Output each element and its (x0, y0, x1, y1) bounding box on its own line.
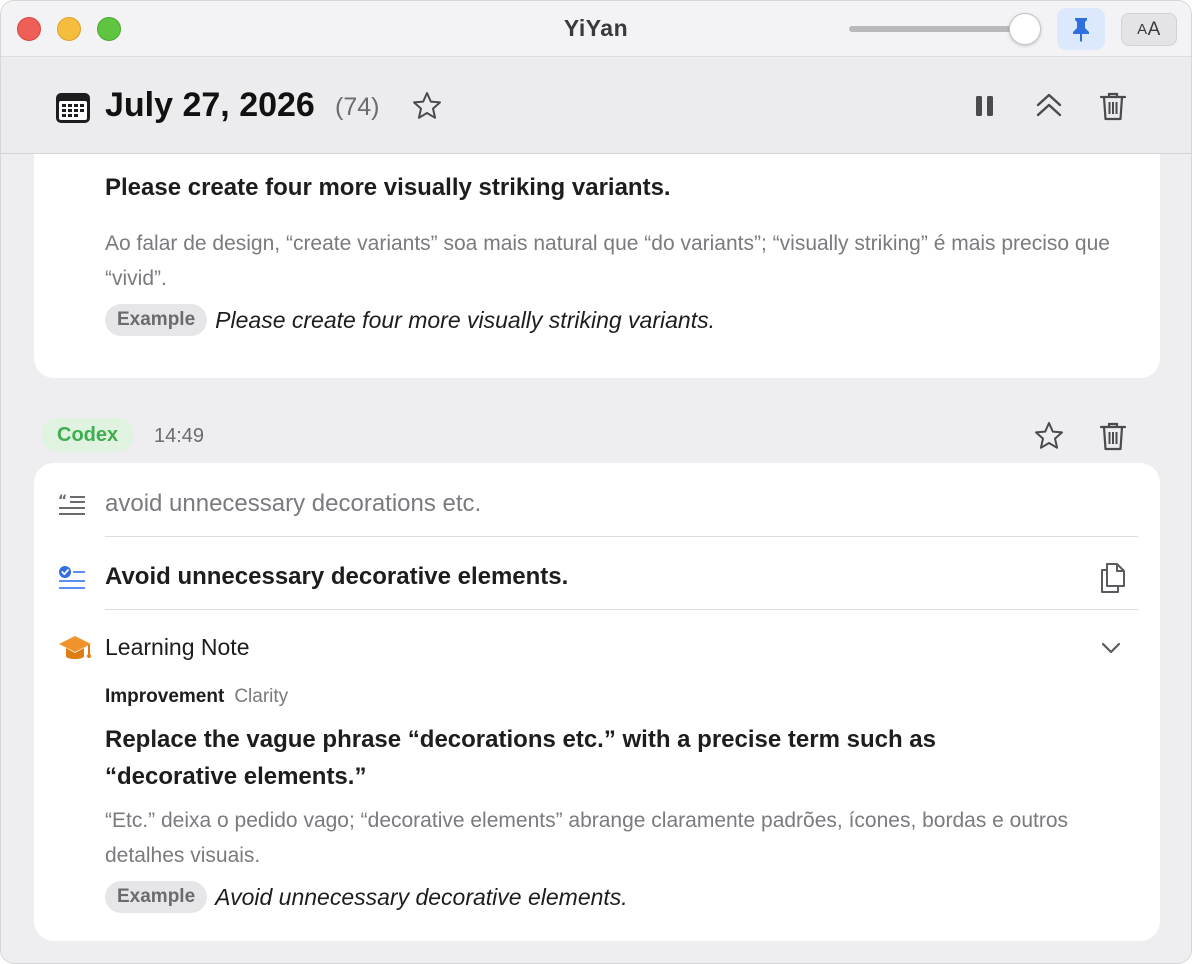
divider (105, 609, 1138, 610)
chevron-down-icon[interactable] (1100, 639, 1122, 657)
date-header: July 27, 2026 (74) (1, 58, 1191, 154)
divider (105, 536, 1138, 537)
collapse-all-icon[interactable] (1034, 89, 1064, 121)
original-text[interactable]: avoid unnecessary decorations etc. (105, 490, 481, 518)
svg-text:“: “ (58, 493, 67, 509)
current-entry-card: “ avoid unnecessary decorations etc. Avo… (34, 463, 1160, 941)
example-tag: Example (105, 304, 208, 336)
previous-explanation: Ao falar de design, “create variants” so… (105, 232, 1110, 290)
app-window: YiYan AA July 27, 2026 (74) Please creat… (0, 0, 1192, 964)
entry-time: 14:49 (154, 425, 205, 447)
date-title: July 27, 2026 (105, 86, 315, 124)
favorite-date-star-icon[interactable] (411, 90, 443, 122)
note-explanation: “Etc.” deixa o pedido vago; “decorative … (105, 809, 1069, 867)
example-text: Please create four more visually strikin… (215, 306, 715, 333)
entry-count: (74) (335, 93, 380, 121)
pin-button[interactable] (1057, 8, 1105, 50)
font-size-button[interactable]: AA (1121, 13, 1177, 46)
opacity-slider-knob[interactable] (1009, 13, 1041, 45)
note-category: Clarity (234, 686, 289, 707)
note-headline: Replace the vague phrase “decorations et… (105, 726, 936, 790)
title-bar: YiYan AA (1, 1, 1191, 57)
previous-corrected-text: Please create four more visually strikin… (105, 174, 671, 201)
favorite-entry-star-icon[interactable] (1033, 420, 1065, 452)
note-meta: Improvement Clarity (105, 686, 288, 708)
learning-note-title[interactable]: Learning Note (105, 634, 250, 661)
note-example-row: Example Avoid unnecessary decorative ele… (105, 881, 628, 913)
example-text: Avoid unnecessary decorative elements. (215, 883, 628, 910)
copy-icon[interactable] (1098, 562, 1126, 594)
previous-entry-card: Please create four more visually strikin… (34, 154, 1160, 378)
source-badge: Codex (41, 418, 135, 452)
opacity-slider-track[interactable] (849, 26, 1027, 32)
previous-example-row: Example Please create four more visually… (105, 304, 715, 336)
quote-icon: “ (58, 493, 85, 515)
example-tag: Example (105, 881, 208, 913)
calendar-icon (56, 93, 90, 123)
delete-day-trash-icon[interactable] (1098, 90, 1128, 122)
delete-entry-trash-icon[interactable] (1098, 420, 1128, 452)
pin-icon (1073, 18, 1089, 42)
note-kind: Improvement (105, 686, 225, 707)
checked-list-icon (59, 566, 85, 589)
graduation-cap-icon (59, 636, 91, 659)
pause-icon[interactable] (973, 92, 997, 120)
corrected-text[interactable]: Avoid unnecessary decorative elements. (105, 563, 568, 591)
